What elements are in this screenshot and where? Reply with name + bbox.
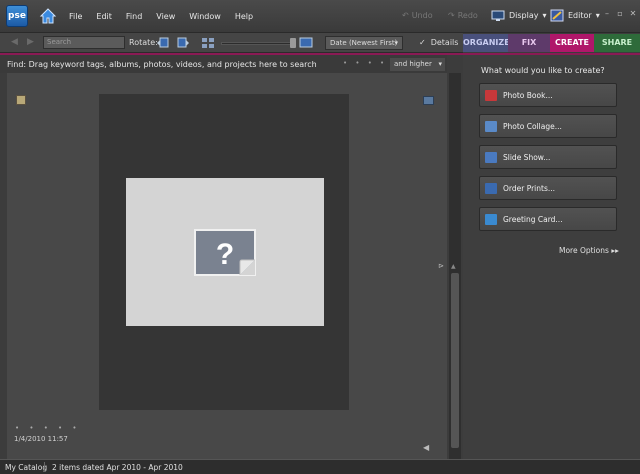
status-bar: My Catalog 2 items dated Apr 2010 - Apr … [0, 459, 640, 474]
slider-thumb[interactable] [290, 38, 296, 48]
display-button[interactable]: Display ▾ [491, 10, 547, 21]
thumbnail-size-slider[interactable] [221, 42, 295, 45]
toolbar: ◀ ▶ Search Rotate: Date (Newest First) ▾… [0, 33, 463, 53]
rotate-right-icon[interactable] [176, 36, 190, 49]
menu-help[interactable]: Help [235, 12, 253, 21]
panel-title: What would you like to create? [481, 66, 605, 75]
forward-arrow-icon[interactable]: ▶ [27, 37, 34, 47]
tab-organize[interactable]: ORGANIZE [463, 34, 510, 52]
app-logo: pse [6, 5, 28, 27]
rating-filter-select[interactable]: and higher ▾ [390, 58, 445, 71]
photo-book-icon [485, 89, 497, 101]
slide-show-button[interactable]: Slide Show... [479, 145, 617, 169]
redo-button[interactable]: ↷ Redo [448, 11, 478, 20]
menu-bar: pse File Edit Find View Window Help ↶ Un… [0, 0, 640, 33]
menu-edit[interactable]: Edit [96, 12, 112, 21]
single-view-icon[interactable] [299, 36, 313, 49]
close-icon[interactable]: ✕ [628, 9, 638, 19]
undo-button[interactable]: ↶ Undo [402, 11, 433, 20]
main-menu: File Edit Find View Window Help [69, 12, 267, 21]
item-rating-stars[interactable]: • • • • • [15, 424, 81, 432]
find-bar[interactable]: Find: Drag keyword tags, albums, photos,… [0, 55, 447, 73]
redo-icon: ↷ [448, 11, 455, 20]
chevron-down-icon: ▾ [595, 11, 600, 20]
double-chevron-right-icon: ▸▸ [611, 246, 619, 255]
tab-share[interactable]: SHARE [594, 34, 640, 52]
grid-view-icon[interactable] [201, 36, 215, 49]
item-count: 2 items dated Apr 2010 - Apr 2010 [52, 463, 183, 472]
menu-view[interactable]: View [156, 12, 175, 21]
undo-icon: ↶ [402, 11, 409, 20]
slide-show-icon [485, 151, 497, 163]
menu-window[interactable]: Window [189, 12, 221, 21]
vertical-scrollbar[interactable]: ▲ [449, 73, 461, 459]
svg-text:?: ? [216, 238, 234, 271]
chevron-down-icon: ▾ [438, 60, 442, 68]
search-input[interactable]: Search [43, 36, 125, 49]
back-arrow-icon[interactable]: ◀ [11, 37, 18, 47]
greeting-card-button[interactable]: Greeting Card... [479, 207, 617, 231]
photo-book-button[interactable]: Photo Book... [479, 83, 617, 107]
photo-collage-button[interactable]: Photo Collage... [479, 114, 617, 138]
sort-order-select[interactable]: Date (Newest First) ▾ [325, 36, 403, 50]
home-icon[interactable] [38, 6, 58, 26]
status-divider [44, 462, 45, 472]
missing-file-icon: ? [194, 229, 256, 276]
window-controls: – ▫ ✕ [602, 9, 638, 19]
chevron-down-icon: ▾ [394, 39, 398, 47]
create-panel: What would you like to create? Photo Boo… [463, 55, 640, 459]
media-thumbnail[interactable]: ? [99, 94, 349, 410]
scroll-up-icon[interactable]: ▲ [451, 263, 456, 270]
editor-icon [550, 9, 564, 22]
order-prints-icon [485, 182, 497, 194]
display-icon [491, 10, 505, 21]
photo-badge-icon [423, 96, 434, 105]
media-browser: ? • • • • • 1/4/2010 11:57 ⊳ ◀ [7, 73, 447, 459]
item-date: 1/4/2010 11:57 [14, 435, 68, 443]
more-options-link[interactable]: More Options ▸▸ [559, 246, 619, 255]
scrollbar-thumb[interactable] [451, 273, 459, 448]
order-prints-button[interactable]: Order Prints... [479, 176, 617, 200]
catalog-name[interactable]: My Catalog [5, 463, 47, 472]
find-bar-text: Find: Drag keyword tags, albums, photos,… [7, 60, 317, 69]
checkmark-icon: ✓ [419, 38, 426, 47]
expand-panel-icon[interactable]: ⊳ [438, 262, 444, 270]
item-type-icon [16, 95, 26, 105]
editor-button[interactable]: Editor ▾ [550, 9, 600, 22]
maximize-icon[interactable]: ▫ [615, 9, 625, 19]
menu-find[interactable]: Find [126, 12, 142, 21]
tab-fix[interactable]: FIX [508, 34, 550, 52]
menu-file[interactable]: File [69, 12, 82, 21]
greeting-card-icon [485, 213, 497, 225]
rotate-label: Rotate: [129, 38, 158, 47]
photo-collage-icon [485, 120, 497, 132]
tab-create[interactable]: CREATE [550, 34, 594, 52]
rotate-left-icon[interactable] [156, 36, 170, 49]
chevron-down-icon: ▾ [542, 11, 547, 20]
missing-photo: ? [126, 178, 324, 326]
minimize-icon[interactable]: – [602, 9, 612, 19]
details-checkbox[interactable]: ✓ Details [419, 38, 458, 47]
audio-caption-icon[interactable]: ◀ [423, 443, 429, 452]
